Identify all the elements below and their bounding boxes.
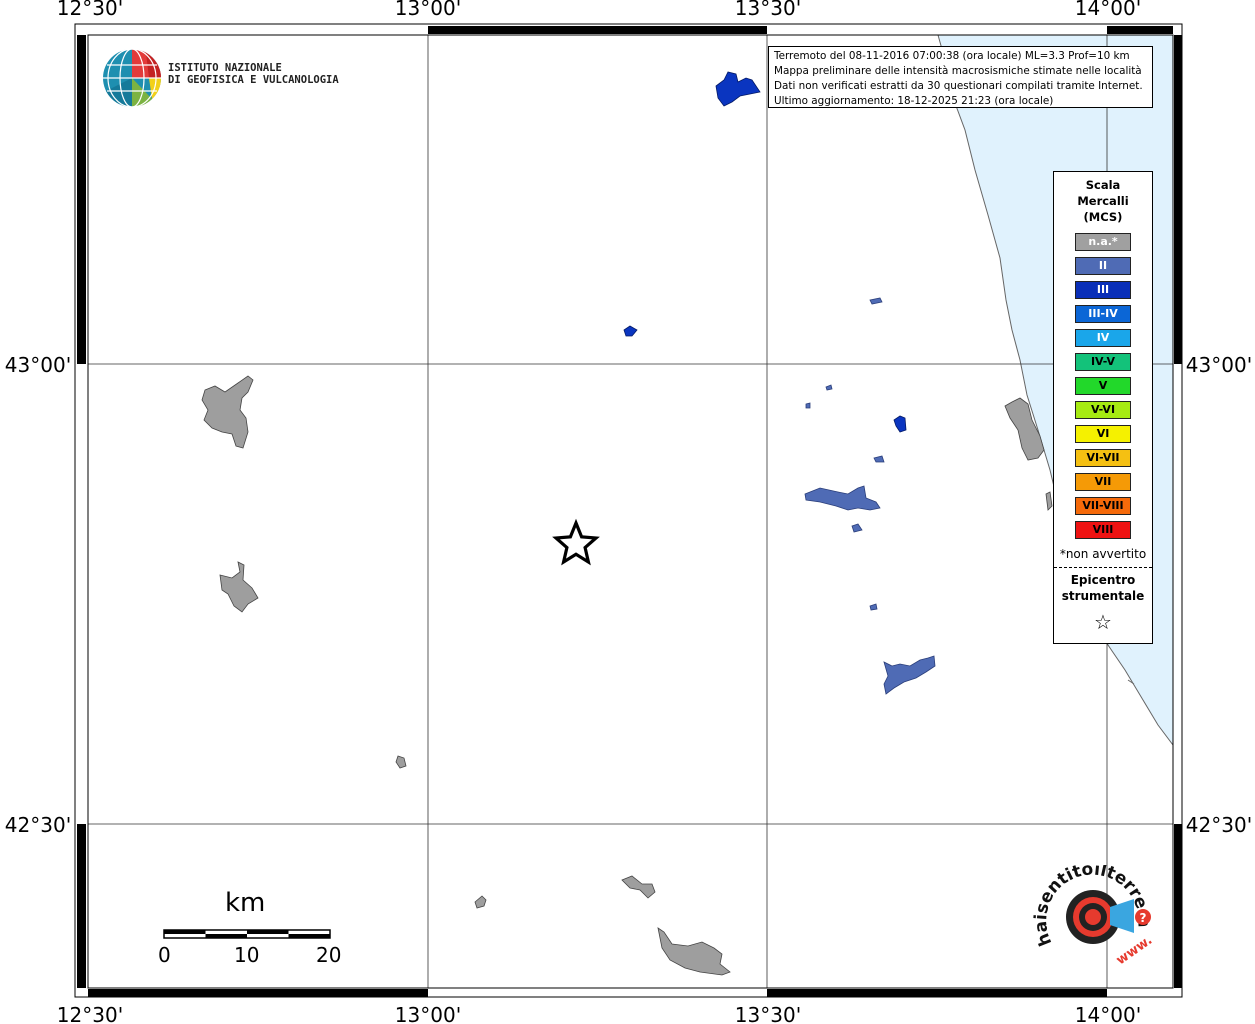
legend-swatch-vii: VII: [1075, 473, 1131, 491]
event-info-line1: Terremoto del 08-11-2016 07:00:38 (ora l…: [774, 50, 1130, 62]
legend-swatch-vi-vii: VI-VII: [1075, 449, 1131, 467]
legend-swatch-vi: VI: [1075, 425, 1131, 443]
legend-title: Scala Mercalli (MCS): [1054, 177, 1152, 225]
municipality-ii[interactable]: [805, 402, 811, 409]
legend-swatch-iv-v: IV-V: [1075, 353, 1131, 371]
legend-title-line1: Scala: [1085, 178, 1121, 192]
lon-bottom-1: 12°30': [57, 1003, 123, 1024]
event-info-line4: Ultimo aggiornamento: 18-12-2025 21:23 (…: [774, 95, 1054, 107]
event-info-line2: Mappa preliminare delle intensità macros…: [774, 65, 1142, 77]
legend-star-icon: ☆: [1094, 610, 1112, 634]
legend-swatch-v: V: [1075, 377, 1131, 395]
ingv-name: ISTITUTO NAZIONALE DI GEOFISICA E VULCAN…: [168, 62, 339, 86]
scale-label-20: 20: [316, 943, 342, 967]
lat-right-1: 43°00': [1186, 353, 1252, 377]
legend-epicenter-line1: Epicentro: [1070, 573, 1136, 587]
haisentito-logo-qmark: ?: [1140, 911, 1147, 925]
legend-note: *non avvertito: [1059, 547, 1147, 561]
lon-bottom-3: 13°30': [735, 1003, 801, 1024]
legend-divider: [1054, 567, 1152, 568]
legend-title-line3: (MCS): [1083, 210, 1123, 224]
lat-left-2: 42°30': [5, 813, 71, 837]
ingv-logo: ISTITUTO NAZIONALE DI GEOFISICA E VULCAN…: [102, 47, 339, 109]
event-info-box: Terremoto del 08-11-2016 07:00:38 (ora l…: [768, 46, 1153, 108]
legend-epicenter-line2: strumentale: [1061, 589, 1145, 603]
haisentito-logo-icon: haisentitoilterremoto.it ? www.: [1024, 850, 1155, 968]
lat-right-2: 42°30': [1186, 813, 1252, 837]
legend-title-line2: Mercalli: [1077, 194, 1129, 208]
legend-swatch-iii: III: [1075, 281, 1131, 299]
lon-top-2: 13°00': [395, 0, 461, 20]
legend-epicenter-label: Epicentro strumentale: [1054, 572, 1152, 604]
legend-swatch-v-vi: V-VI: [1075, 401, 1131, 419]
ingv-globe-icon: [103, 48, 161, 108]
lon-top-1: 12°30': [57, 0, 123, 20]
legend-swatch-iv: IV: [1075, 329, 1131, 347]
lat-left-1: 43°00': [5, 353, 71, 377]
ingv-name-line2: DI GEOFISICA E VULCANOLOGIA: [168, 74, 339, 86]
legend-swatch-viii: VIII: [1075, 521, 1131, 539]
scale-label-0: 0: [158, 943, 171, 967]
lon-top-3: 13°30': [735, 0, 801, 20]
mcs-legend: Scala Mercalli (MCS) n.a.* II III III-IV IV I…: [1053, 171, 1153, 644]
lon-bottom-2: 13°00': [395, 1003, 461, 1024]
lon-bottom-4: 14°00': [1075, 1003, 1141, 1024]
lon-top-4: 14°00': [1075, 0, 1141, 20]
event-info-line3: Dati non verificati estratti da 30 quest…: [774, 80, 1143, 92]
scale-bar: km 0 10 20: [150, 888, 360, 968]
scale-label-10: 10: [234, 943, 260, 967]
haisentito-logo-www: www.: [1114, 933, 1155, 968]
legend-swatch-ii: II: [1075, 257, 1131, 275]
legend-swatch-n-a: n.a.*: [1075, 233, 1131, 251]
scale-bar-graphic: [163, 929, 331, 939]
ingv-name-line1: ISTITUTO NAZIONALE: [168, 62, 282, 74]
legend-swatches: n.a.* II III III-IV IV IV-V V V-VI VI VI-VII VII VI…: [1054, 233, 1152, 539]
legend-swatch-vii-viii: VII-VIII: [1075, 497, 1131, 515]
legend-swatch-iii-iv: III-IV: [1075, 305, 1131, 323]
haisentito-logo[interactable]: haisentitoilterremoto.it ? www.: [1024, 850, 1160, 985]
